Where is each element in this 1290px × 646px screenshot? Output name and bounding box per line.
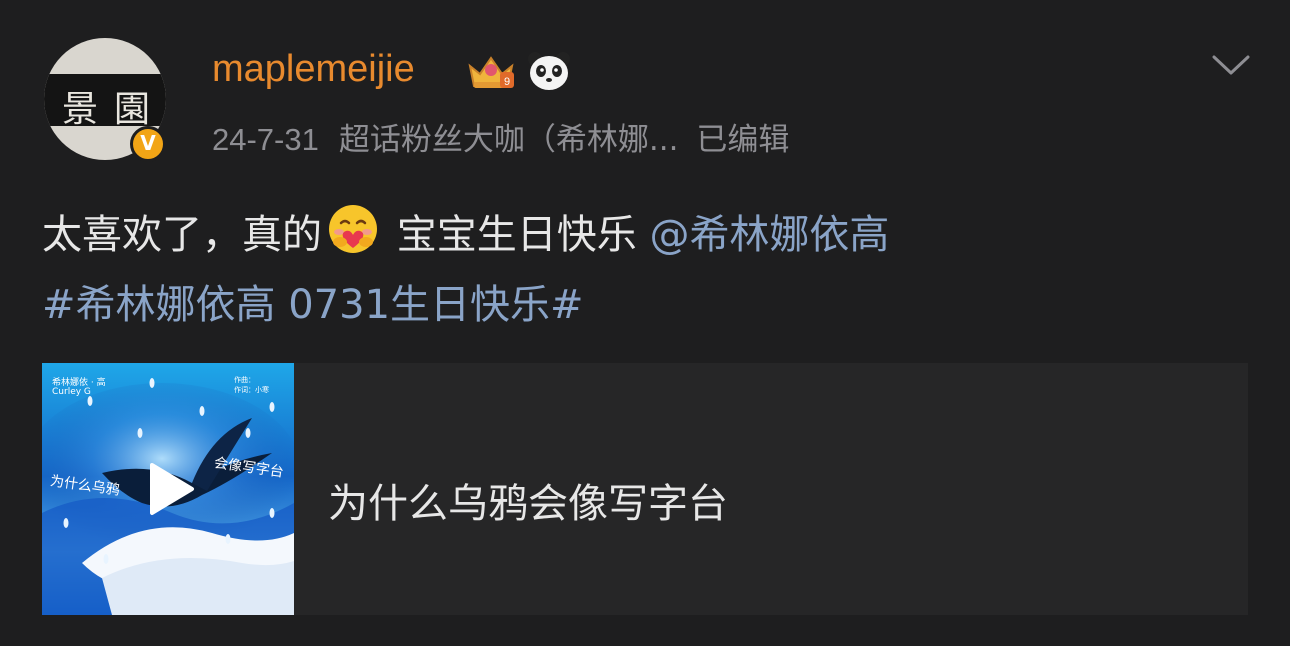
song-title[interactable]: 为什么乌鸦会像写字台 [328,471,728,529]
avatar-char-2: 園 [114,89,151,130]
cover-lyricist: 作词：小寒 [234,386,269,394]
post-meta: 24-7-31 超话粉丝大咖（希林娜... 已编辑 [212,114,789,159]
hug-emoji-icon [329,205,377,253]
panda-badge-icon[interactable] [526,50,572,92]
crown-badge-icon[interactable]: 9 [466,52,516,92]
chevron-down-icon[interactable] [1212,54,1250,76]
album-cover[interactable]: 希林娜依 · 高 Curley G 作曲： 作词：小寒 为什么乌鸦 会像写字台 [42,363,294,615]
svg-text:9: 9 [504,76,510,88]
post-text-line-2: #希林娜依高 0731生日快乐# [42,272,584,330]
edited-label[interactable]: 已编辑 [696,122,789,158]
music-card[interactable]: 希林娜依 · 高 Curley G 作曲： 作词：小寒 为什么乌鸦 会像写字台 … [42,363,1248,615]
username[interactable]: maplemeijie [212,48,415,91]
cover-artist-en: Curley G [52,387,91,397]
weibo-post: 景 園 V maplemeijie 9 24-7-31 超话粉丝大咖（希林娜...… [0,0,1290,646]
post-source[interactable]: 超话粉丝大咖（希林娜... [339,122,679,158]
post-text-2: 宝宝生日快乐 [384,212,637,258]
avatar-char-1: 景 [62,89,99,130]
cover-composer: 作曲： [234,376,255,384]
hashtag-link[interactable]: #希林娜依高 0731生日快乐# [42,282,584,328]
verified-badge-icon: V [130,126,166,162]
avatar-plaque: 景 園 [44,74,166,130]
post-text-line-1: 太喜欢了，真的 宝宝生日快乐 @希林娜依高 [42,202,889,260]
post-date: 24-7-31 [212,122,319,157]
play-icon[interactable] [146,461,196,517]
mention-link[interactable]: @希林娜依高 [649,212,889,258]
post-text: 太喜欢了，真的 [42,212,322,258]
